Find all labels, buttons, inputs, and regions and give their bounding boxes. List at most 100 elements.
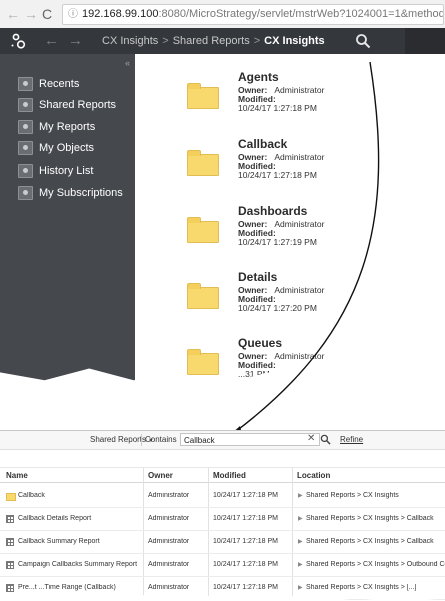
sidebar-item-my-reports[interactable]: My Reports [18,119,95,135]
chevron-right-icon: ▶ [298,516,303,522]
header-back-icon[interactable]: ← [44,32,59,49]
sidebar-item-label: My Reports [39,121,96,133]
sidebar-item-shared-reports[interactable]: Shared Reports [18,97,116,113]
history-list-icon [18,164,33,178]
sidebar-item-label: History List [39,165,94,177]
header-forward-icon[interactable]: → [68,32,83,49]
cell-location: Shared Reports > CX Insights > [...] [306,584,417,591]
toolbar-divider [141,434,142,446]
sidebar-item-label: Recents [39,78,80,90]
column-header-modified[interactable]: Modified [213,471,246,480]
search-icon[interactable] [355,33,371,49]
mstr-folder-browser-screenshot: ← → C ⓘ 192.168.99.100:8080/MicroStrategy… [0,0,445,385]
sidebar: « Recents Shared Reports My Reports My O… [0,54,135,385]
sidebar-item-recents[interactable]: Recents [18,76,79,92]
cell-modified: 10/24/17 1:27:18 PM [213,584,278,591]
folder-icon [187,150,219,176]
breadcrumb-item[interactable]: Shared Reports [173,35,250,47]
folder-modified: 10/24/17 1:27:18 PM [238,170,317,180]
breadcrumb-item[interactable]: CX Insights [102,35,158,47]
cell-location: Shared Reports > CX Insights [306,492,399,499]
folder-name[interactable]: Agents [238,70,279,84]
sidebar-item-label: My Subscriptions [39,187,123,199]
cell-modified: 10/24/17 1:27:18 PM [213,492,278,499]
report-grid-icon [6,515,14,523]
cell-modified: 10/24/17 1:27:18 PM [213,515,278,522]
match-dropdown[interactable]: Contains▼ [145,435,185,444]
url-path: :8080/MicroStrategy/servlet/mstrWeb?1024… [158,8,444,20]
cell-name[interactable]: Campaign Callbacks Summary Report [18,561,140,568]
table-row[interactable]: Callback Summary Report Administrator 10… [0,532,445,554]
breadcrumb-separator: > [162,35,169,47]
reload-icon[interactable]: C [42,6,52,22]
folder-name[interactable]: Callback [238,137,287,151]
folder-icon [187,283,219,309]
report-grid-icon [6,561,14,569]
folder-name[interactable]: Dashboards [238,204,307,218]
folder-list: Agents Owner: Administrator Modified: 10… [135,54,405,385]
search-results-screenshot: Shared Reports▼ Contains▼ Callback ✕ Ref… [0,430,445,601]
cell-location: Shared Reports > CX Insights > Callback [306,515,434,522]
folder-icon [187,83,219,109]
folder-name[interactable]: Queues [238,336,282,350]
refine-link[interactable]: Refine [340,435,363,444]
sidebar-item-my-subscriptions[interactable]: My Subscriptions [18,185,123,201]
cell-name[interactable]: Callback Summary Report [18,538,140,545]
cell-name[interactable]: Callback Details Report [18,515,140,522]
table-row[interactable]: Callback Details Report Administrator 10… [0,509,445,531]
folder-modified: 10/24/17 1:27:18 PM [238,103,317,113]
sidebar-item-history-list[interactable]: History List [18,163,93,179]
cell-location: Shared Reports > CX Insights > Callback [306,538,434,545]
column-header-owner[interactable]: Owner [148,471,173,480]
chevron-right-icon: ▶ [298,493,303,499]
shared-reports-icon [18,98,33,112]
breadcrumb: CX Insights > Shared Reports > CX Insights [102,35,325,47]
info-icon: ⓘ [68,9,78,20]
owner-value: Administrator [274,152,325,162]
search-input[interactable]: Callback [180,433,320,446]
recents-icon [18,77,33,91]
cell-modified: 10/24/17 1:27:18 PM [213,538,278,545]
owner-value: Administrator [274,219,325,229]
url-host: 192.168.99.100 [82,8,159,20]
microstrategy-logo-icon[interactable] [10,32,28,50]
browser-address-bar: ← → C ⓘ 192.168.99.100:8080/MicroStrategy… [0,0,445,29]
table-row[interactable]: Pre...t ...Time Range (Callback) Adminis… [0,578,445,600]
clear-icon[interactable]: ✕ [307,433,315,444]
chevron-right-icon: ▶ [298,585,303,591]
search-icon[interactable] [320,434,331,445]
chevron-right-icon: ▶ [298,562,303,568]
results-header: Name Owner Modified Location [0,467,445,483]
sidebar-item-label: Shared Reports [39,99,117,111]
cell-modified: 10/24/17 1:27:18 PM [213,561,278,568]
cell-name[interactable]: Pre...t ...Time Range (Callback) [18,584,140,591]
cell-owner: Administrator [148,515,190,522]
owner-value: Administrator [274,285,325,295]
column-header-name[interactable]: Name [6,471,28,480]
cell-owner: Administrator [148,492,190,499]
sidebar-item-my-objects[interactable]: My Objects [18,140,94,156]
folder-icon [187,217,219,243]
column-header-location[interactable]: Location [297,471,330,480]
sidebar-item-label: My Objects [39,142,95,154]
folder-modified: ...31 PM [238,369,270,379]
app-header-bar: ← → CX Insights > Shared Reports > CX Insigh… [0,28,445,54]
report-grid-icon [6,584,14,592]
cell-name[interactable]: Callback [18,492,140,499]
my-reports-icon [18,120,33,134]
url-field[interactable]: ⓘ 192.168.99.100:8080/MicroStrategy/servl… [62,4,444,25]
collapse-sidebar-icon[interactable]: « [125,58,130,68]
folder-name[interactable]: Details [238,270,277,284]
table-row[interactable]: Callback Administrator 10/24/17 1:27:18 … [0,486,445,508]
header-right-strip [405,28,445,54]
match-value: Contains [145,435,177,444]
folder-modified: 10/24/17 1:27:19 PM [238,237,317,247]
breadcrumb-current: CX Insights [264,35,325,47]
back-arrow-icon[interactable]: ← [6,6,20,22]
table-row[interactable]: Campaign Callbacks Summary Report Admini… [0,555,445,577]
folder-modified: 10/24/17 1:27:20 PM [238,303,317,313]
chevron-right-icon: ▶ [298,539,303,545]
forward-arrow-icon[interactable]: → [24,6,38,22]
owner-value: Administrator [274,85,325,95]
my-objects-icon [18,141,33,155]
